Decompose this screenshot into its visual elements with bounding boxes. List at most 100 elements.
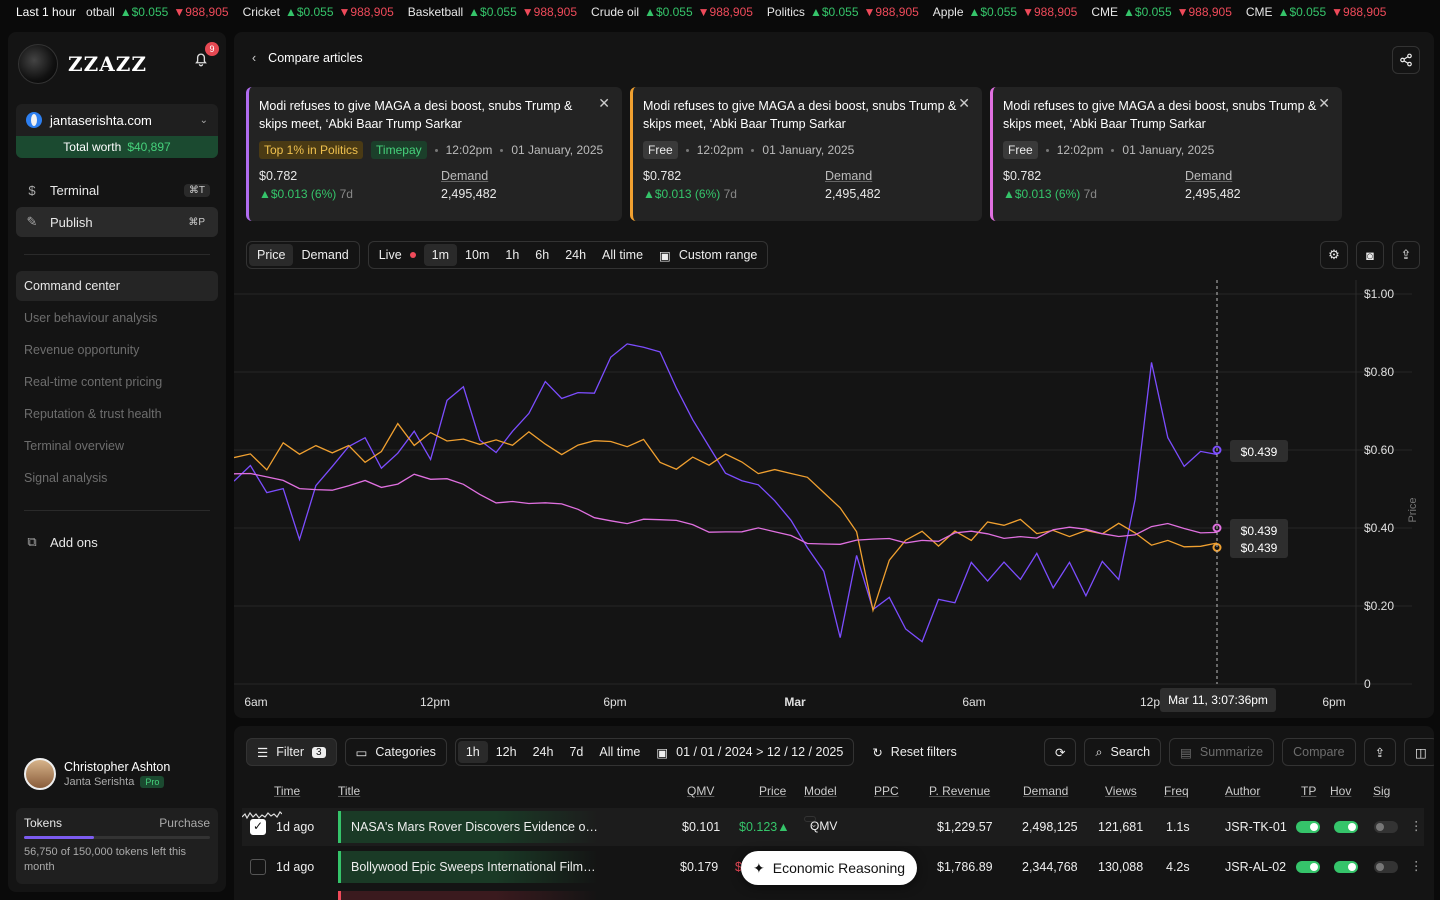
more-icon[interactable]: ⋮ <box>1410 858 1423 873</box>
filter-button[interactable]: ☰ Filter 3 <box>246 738 337 766</box>
ticker-item[interactable]: Politics ▲$0.055 ▼988,905 <box>767 5 919 19</box>
economic-reasoning-button[interactable]: ✦ Economic Reasoning <box>741 851 918 885</box>
model-badge: Timepay <box>371 141 427 159</box>
col-hov[interactable]: Hov <box>1330 784 1351 798</box>
nav-terminal-shortcut: ⌘T <box>183 183 210 197</box>
col-model[interactable]: Model <box>804 784 837 798</box>
metric-demand[interactable]: Demand <box>293 244 356 266</box>
row-title[interactable]: Bollywood Epic Sweeps International Film… <box>338 851 598 883</box>
article-card[interactable]: Modi refuses to give MAGA a desi boost, … <box>630 87 982 221</box>
col-author[interactable]: Author <box>1225 784 1260 798</box>
table-range-24h[interactable]: 24h <box>525 741 562 763</box>
ticker-item[interactable]: Basketball ▲$0.055 ▼988,905 <box>408 5 577 19</box>
custom-range-label: Custom range <box>678 248 758 262</box>
categories-button[interactable]: ▭ Categories <box>344 738 447 766</box>
col-views[interactable]: Views <box>1105 784 1137 798</box>
price-chart[interactable]: $1.00 $0.80 $0.60 $0.40 $0.20 0 Price 6am 12pm 6p… <box>234 280 1434 718</box>
col-title[interactable]: Title <box>338 784 360 798</box>
site-selector[interactable]: jantaserishta.com ⌄ Total worth $40,897 <box>16 104 218 158</box>
col-revenue[interactable]: P. Revenue <box>929 784 990 798</box>
menu-content-pricing[interactable]: Real-time content pricing <box>16 367 218 397</box>
model-dropdown[interactable]: QMV ⌄ <box>804 816 837 833</box>
export-button[interactable]: ⇪ <box>1392 241 1420 269</box>
divider <box>24 254 210 255</box>
table-row[interactable] <box>242 888 1424 900</box>
menu-revenue-opportunity[interactable]: Revenue opportunity <box>16 335 218 365</box>
ticker-item[interactable]: CME ▲$0.055 ▼988,905 <box>1091 5 1232 19</box>
reset-filters-button[interactable]: ↻ Reset filters <box>862 738 966 766</box>
menu-reputation[interactable]: Reputation & trust health <box>16 399 218 429</box>
nav-publish[interactable]: ✎ Publish ⌘P <box>16 207 218 237</box>
col-price[interactable]: Price <box>759 784 786 798</box>
row-checkbox[interactable] <box>250 819 266 835</box>
refresh-button[interactable]: ⟳ <box>1044 738 1077 766</box>
sig-toggle[interactable] <box>1374 821 1398 833</box>
range-1h[interactable]: 1h <box>497 244 527 266</box>
purchase-link[interactable]: Purchase <box>159 816 210 830</box>
tokens-progress-fill <box>24 836 95 839</box>
ticker-item[interactable]: CME ▲$0.055 ▼988,905 <box>1246 5 1387 19</box>
custom-range-button[interactable]: ▣ Custom range <box>651 244 765 266</box>
menu-terminal-overview[interactable]: Terminal overview <box>16 431 218 461</box>
col-time[interactable]: Time <box>274 784 300 798</box>
breadcrumb[interactable]: ‹ Compare articles <box>252 51 363 65</box>
col-freq[interactable]: Freq <box>1164 784 1189 798</box>
tp-toggle[interactable] <box>1296 861 1320 873</box>
hov-toggle[interactable] <box>1334 821 1358 833</box>
row-title[interactable]: NASA's Mars Rover Discovers Evidence of … <box>338 811 598 843</box>
more-icon[interactable]: ⋮ <box>1410 818 1423 833</box>
compare-button[interactable]: Compare <box>1282 738 1356 766</box>
range-24h[interactable]: 24h <box>557 244 594 266</box>
table-range-12h[interactable]: 12h <box>488 741 525 763</box>
table-range-1h[interactable]: 1h <box>457 741 488 763</box>
nav-add-ons[interactable]: ⧉ Add ons <box>16 527 218 557</box>
col-sig[interactable]: Sig <box>1373 784 1390 798</box>
menu-signal-analysis[interactable]: Signal analysis <box>16 463 218 493</box>
user-profile[interactable]: Christopher Ashton Janta Serishta Pro <box>24 758 170 790</box>
ticker-item[interactable]: otball ▲$0.055 ▼988,905 <box>86 5 229 19</box>
hov-toggle[interactable] <box>1334 861 1358 873</box>
close-icon[interactable]: ✕ <box>958 95 970 112</box>
settings-button[interactable]: ⚙ <box>1320 241 1348 269</box>
sig-toggle[interactable] <box>1374 861 1398 873</box>
pen-icon: ✎ <box>26 214 38 229</box>
row-checkbox[interactable] <box>250 859 266 875</box>
article-card[interactable]: Modi refuses to give MAGA a desi boost, … <box>990 87 1342 221</box>
live-button[interactable]: Live <box>371 244 424 266</box>
menu-command-center[interactable]: Command center <box>16 271 218 301</box>
metric-price[interactable]: Price <box>249 244 294 266</box>
range-all-time[interactable]: All time <box>594 244 651 266</box>
col-demand[interactable]: Demand <box>1023 784 1068 798</box>
columns-button[interactable]: ◫ <box>1404 738 1434 766</box>
share-button[interactable] <box>1392 46 1420 74</box>
article-card[interactable]: Modi refuses to give MAGA a desi boost, … <box>246 87 622 221</box>
screenshot-button[interactable]: ◙ <box>1356 241 1384 269</box>
range-6h[interactable]: 6h <box>527 244 557 266</box>
search-button[interactable]: ⌕ Search <box>1084 738 1162 766</box>
row-title[interactable] <box>338 891 598 900</box>
nav-terminal[interactable]: $ Terminal ⌘T <box>16 175 218 205</box>
menu-user-behaviour[interactable]: User behaviour analysis <box>16 303 218 333</box>
date-range-picker[interactable]: ▣ 01 / 01 / 2024 > 12 / 12 / 2025 <box>648 741 851 763</box>
ticker-item[interactable]: Apple ▲$0.055 ▼988,905 <box>933 5 1078 19</box>
range-1m[interactable]: 1m <box>423 244 458 266</box>
ticker-item[interactable]: Crude oil ▲$0.055 ▼988,905 <box>591 5 753 19</box>
table-row[interactable]: 1d ago NASA's Mars Rover Discovers Evide… <box>241 808 1424 846</box>
nav-add-ons-label: Add ons <box>50 534 98 550</box>
table-range-all-time[interactable]: All time <box>591 741 648 763</box>
chevron-left-icon[interactable]: ‹ <box>252 51 256 65</box>
close-icon[interactable]: ✕ <box>598 95 610 112</box>
col-ppc[interactable]: PPC <box>874 784 899 798</box>
table-range-7d[interactable]: 7d <box>561 741 591 763</box>
brand[interactable]: ZZAZZ <box>18 44 147 84</box>
range-10m[interactable]: 10m <box>457 244 497 266</box>
summarize-button[interactable]: ▤ Summarize <box>1169 738 1275 766</box>
close-icon[interactable]: ✕ <box>1318 95 1330 112</box>
export-table-button[interactable]: ⇪ <box>1363 738 1397 766</box>
col-tp[interactable]: TP <box>1301 784 1316 798</box>
col-qmv[interactable]: QMV <box>687 784 714 798</box>
reset-icon: ↻ <box>872 745 883 760</box>
tp-toggle[interactable] <box>1296 821 1320 833</box>
ticker-item[interactable]: Cricket ▲$0.055 ▼988,905 <box>243 5 394 19</box>
ticker-range[interactable]: Last 1 hour <box>0 5 86 19</box>
